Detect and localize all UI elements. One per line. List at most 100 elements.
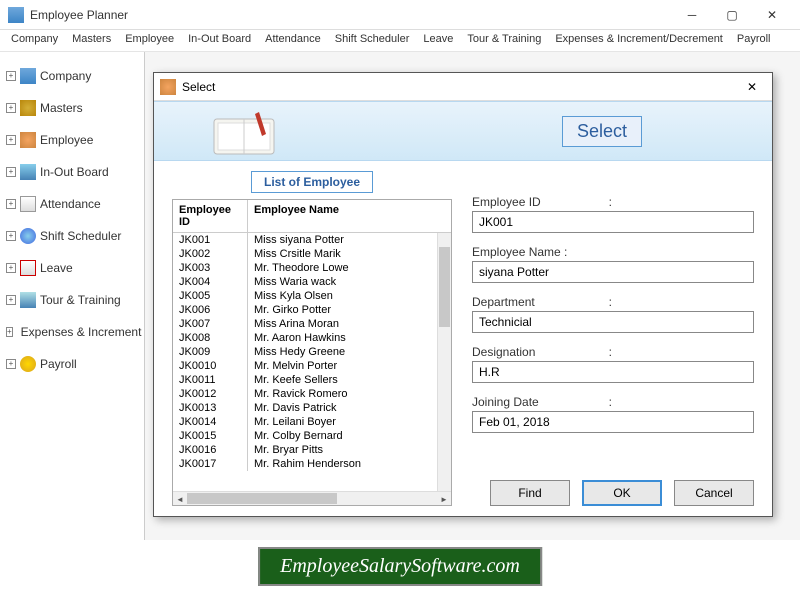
col-header-id[interactable]: Employee ID (173, 200, 248, 232)
table-row[interactable]: JK0013Mr. Davis Patrick (173, 401, 451, 415)
cell-name: Mr. Leilani Boyer (248, 415, 451, 429)
table-row[interactable]: JK0012Mr. Ravick Romero (173, 387, 451, 401)
table-row[interactable]: JK0016Mr. Bryar Pitts (173, 443, 451, 457)
gears-icon (20, 100, 36, 116)
tree-item-masters[interactable]: +Masters (4, 92, 140, 124)
input-emp-id[interactable] (472, 211, 754, 233)
expand-icon[interactable]: + (6, 71, 16, 81)
cell-id: JK007 (173, 317, 248, 331)
table-row[interactable]: JK009Miss Hedy Greene (173, 345, 451, 359)
tree-item-payroll[interactable]: +Payroll (4, 348, 140, 380)
close-button[interactable]: ✕ (752, 1, 792, 29)
cell-id: JK009 (173, 345, 248, 359)
menu-payroll[interactable]: Payroll (730, 30, 778, 51)
table-row[interactable]: JK002Miss Crsitle Marik (173, 247, 451, 261)
vertical-scrollbar[interactable] (437, 233, 451, 491)
expand-icon[interactable]: + (6, 135, 16, 145)
expand-icon[interactable]: + (6, 231, 16, 241)
cell-id: JK0013 (173, 401, 248, 415)
label-department: Department: (472, 295, 612, 309)
tree-item-attendance[interactable]: +Attendance (4, 188, 140, 220)
label-designation: Designation: (472, 345, 612, 359)
menu-masters[interactable]: Masters (65, 30, 118, 51)
dialog-banner: Select (154, 101, 772, 161)
col-header-name[interactable]: Employee Name (248, 200, 451, 232)
tree-item-expenses[interactable]: +Expenses & Increment (4, 316, 140, 348)
expand-icon[interactable]: + (6, 327, 13, 337)
input-designation[interactable] (472, 361, 754, 383)
cell-name: Mr. Bryar Pitts (248, 443, 451, 457)
label-emp-name: Employee Name : (472, 245, 612, 259)
window-title: Employee Planner (30, 8, 672, 22)
expand-icon[interactable]: + (6, 359, 16, 369)
building-icon (20, 68, 36, 84)
cell-id: JK0012 (173, 387, 248, 401)
expand-icon[interactable]: + (6, 199, 16, 209)
tree-item-leave[interactable]: +Leave (4, 252, 140, 284)
dialog-titlebar: Select ✕ (154, 73, 772, 101)
table-row[interactable]: JK0017Mr. Rahim Henderson (173, 457, 451, 471)
input-joining-date[interactable] (472, 411, 754, 433)
scroll-thumb[interactable] (187, 493, 337, 504)
menu-shift-scheduler[interactable]: Shift Scheduler (328, 30, 417, 51)
cell-name: Mr. Theodore Lowe (248, 261, 451, 275)
table-body: JK001Miss siyana PotterJK002Miss Crsitle… (173, 233, 451, 491)
cell-id: JK001 (173, 233, 248, 247)
tree-item-in-out[interactable]: +In-Out Board (4, 156, 140, 188)
cell-id: JK004 (173, 275, 248, 289)
table-row[interactable]: JK0015Mr. Colby Bernard (173, 429, 451, 443)
cell-name: Mr. Aaron Hawkins (248, 331, 451, 345)
cell-name: Miss Crsitle Marik (248, 247, 451, 261)
detail-form: Employee ID: Employee Name : Department:… (472, 171, 754, 506)
cell-name: Mr. Rahim Henderson (248, 457, 451, 471)
expand-icon[interactable]: + (6, 263, 16, 273)
input-emp-name[interactable] (472, 261, 754, 283)
table-row[interactable]: JK0014Mr. Leilani Boyer (173, 415, 451, 429)
horizontal-scrollbar[interactable]: ◄ ► (173, 491, 451, 505)
cell-id: JK0015 (173, 429, 248, 443)
tree-item-tour[interactable]: +Tour & Training (4, 284, 140, 316)
find-button[interactable]: Find (490, 480, 570, 506)
tree-item-shift[interactable]: +Shift Scheduler (4, 220, 140, 252)
menu-employee[interactable]: Employee (118, 30, 181, 51)
cell-name: Mr. Girko Potter (248, 303, 451, 317)
cell-name: Mr. Keefe Sellers (248, 373, 451, 387)
minimize-button[interactable]: ─ (672, 1, 712, 29)
scroll-right-icon[interactable]: ► (437, 492, 451, 506)
expand-icon[interactable]: + (6, 167, 16, 177)
app-icon (8, 7, 24, 23)
label-emp-id: Employee ID: (472, 195, 612, 209)
table-row[interactable]: JK005Miss Kyla Olsen (173, 289, 451, 303)
menu-tour-training[interactable]: Tour & Training (460, 30, 548, 51)
table-row[interactable]: JK003Mr. Theodore Lowe (173, 261, 451, 275)
tree-item-company[interactable]: +Company (4, 60, 140, 92)
scroll-left-icon[interactable]: ◄ (173, 492, 187, 506)
table-row[interactable]: JK001Miss siyana Potter (173, 233, 451, 247)
ok-button[interactable]: OK (582, 480, 662, 506)
table-row[interactable]: JK006Mr. Girko Potter (173, 303, 451, 317)
input-department[interactable] (472, 311, 754, 333)
menu-expenses[interactable]: Expenses & Increment/Decrement (548, 30, 730, 51)
cell-name: Mr. Ravick Romero (248, 387, 451, 401)
cancel-button[interactable]: Cancel (674, 480, 754, 506)
table-row[interactable]: JK008Mr. Aaron Hawkins (173, 331, 451, 345)
table-row[interactable]: JK0011Mr. Keefe Sellers (173, 373, 451, 387)
label-joining-date: Joining Date: (472, 395, 612, 409)
menu-leave[interactable]: Leave (416, 30, 460, 51)
menu-company[interactable]: Company (4, 30, 65, 51)
tree-item-employee[interactable]: +Employee (4, 124, 140, 156)
scroll-thumb[interactable] (439, 247, 450, 327)
table-row[interactable]: JK0010Mr. Melvin Porter (173, 359, 451, 373)
table-row[interactable]: JK004Miss Waria wack (173, 275, 451, 289)
menu-in-out-board[interactable]: In-Out Board (181, 30, 258, 51)
menu-attendance[interactable]: Attendance (258, 30, 328, 51)
expand-icon[interactable]: + (6, 103, 16, 113)
table-row[interactable]: JK007Miss Arina Moran (173, 317, 451, 331)
dialog-close-button[interactable]: ✕ (738, 75, 766, 99)
list-title: List of Employee (251, 171, 373, 193)
cell-name: Miss Kyla Olsen (248, 289, 451, 303)
maximize-button[interactable]: ▢ (712, 1, 752, 29)
dialog-icon (160, 79, 176, 95)
cell-id: JK006 (173, 303, 248, 317)
expand-icon[interactable]: + (6, 295, 16, 305)
